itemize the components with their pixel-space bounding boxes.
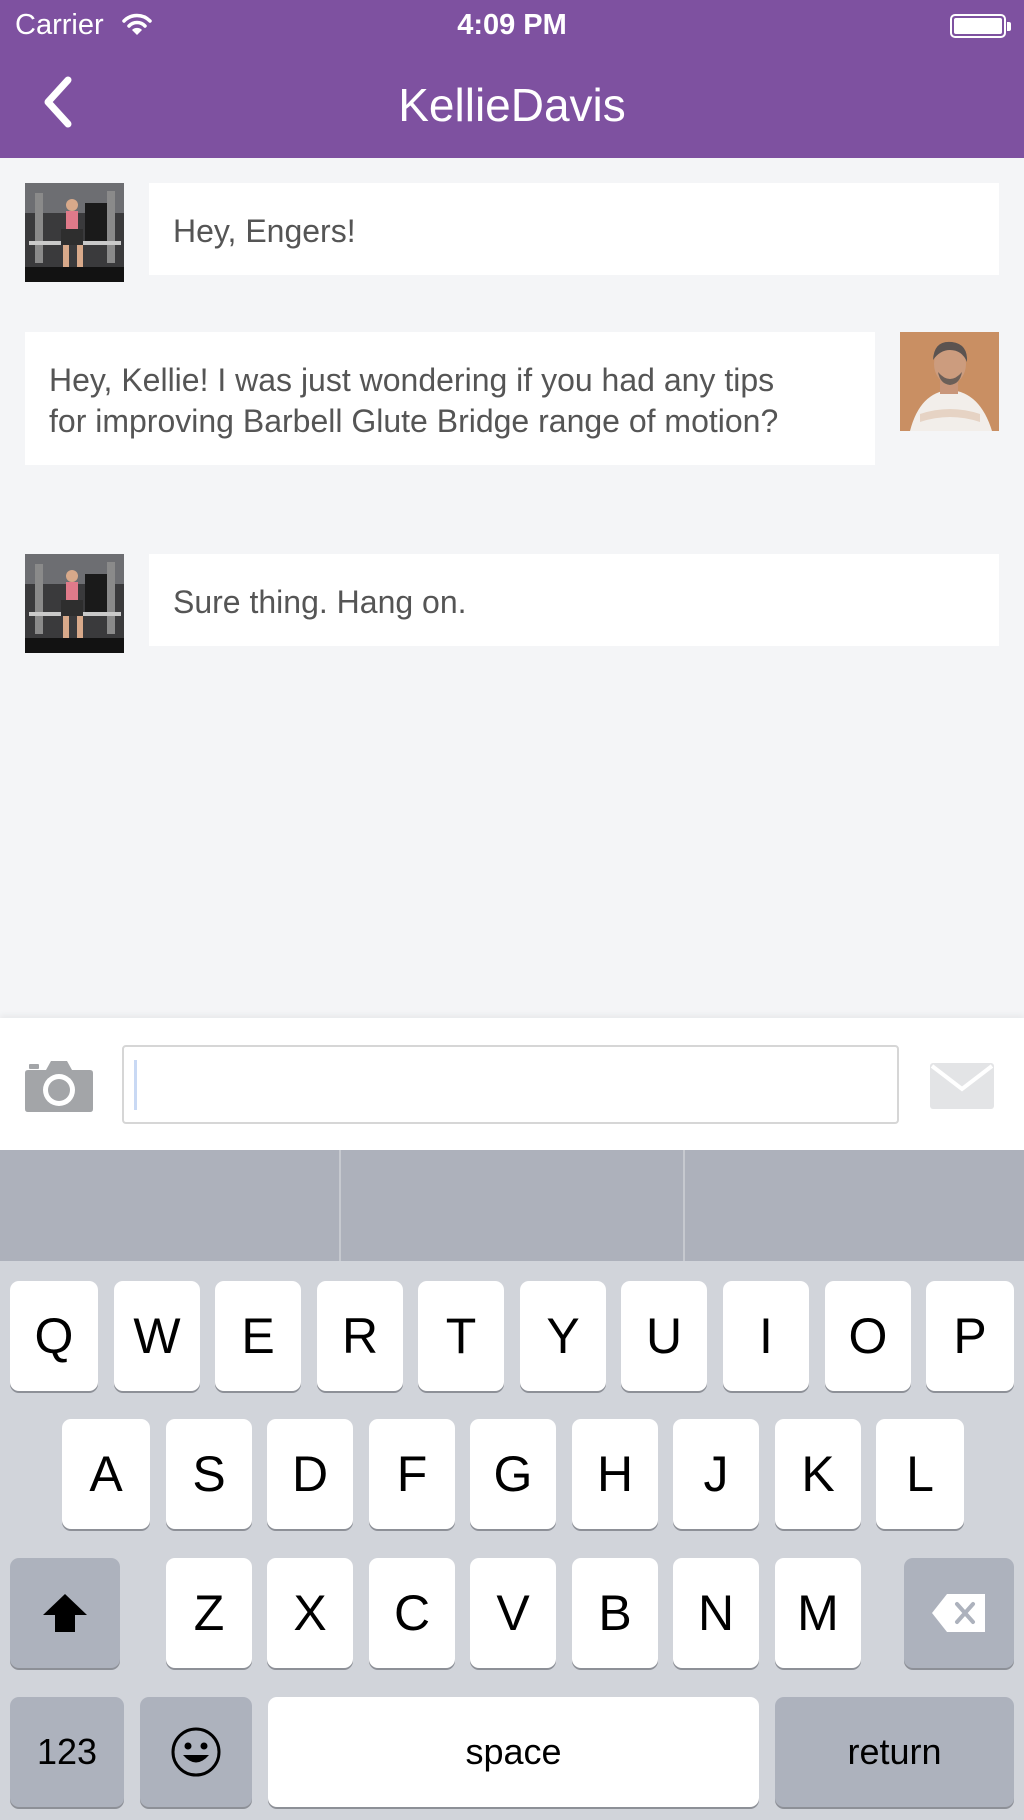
key-g[interactable]: G [470, 1419, 556, 1529]
key-f[interactable]: F [369, 1419, 455, 1529]
numbers-key[interactable]: 123 [10, 1697, 124, 1807]
status-bar: Carrier 4:09 PM [0, 0, 1024, 52]
key-j[interactable]: J [673, 1419, 759, 1529]
key-w[interactable]: W [114, 1281, 200, 1391]
key-v[interactable]: V [470, 1558, 556, 1668]
key-m[interactable]: M [775, 1558, 861, 1668]
message-bubble: Hey, Kellie! I was just wondering if you… [25, 332, 875, 465]
contact-avatar[interactable] [25, 183, 124, 282]
return-key[interactable]: return [775, 1697, 1014, 1807]
user-avatar[interactable] [900, 332, 999, 431]
key-i[interactable]: I [723, 1281, 809, 1391]
backspace-key[interactable] [904, 1558, 1014, 1668]
key-k[interactable]: K [775, 1419, 861, 1529]
message-text: Hey, Kellie! I was just wondering if you… [49, 362, 775, 398]
shift-key[interactable] [10, 1558, 120, 1668]
keyboard: Q W E R T Y U I O P A S D F G H J K L Z … [0, 1150, 1024, 1820]
key-q[interactable]: Q [10, 1281, 98, 1391]
send-button[interactable] [930, 1063, 994, 1109]
contact-avatar[interactable] [25, 554, 124, 653]
message-bubble: Hey, Engers! [149, 183, 999, 275]
key-t[interactable]: T [418, 1281, 504, 1391]
message-text: Sure thing. Hang on. [173, 584, 467, 620]
message-text: Hey, Engers! [173, 213, 356, 249]
suggestion-bar [0, 1150, 1024, 1261]
camera-button[interactable] [24, 1058, 94, 1112]
status-time: 4:09 PM [457, 9, 567, 41]
key-r[interactable]: R [317, 1281, 403, 1391]
page-title: KellieDavis [398, 79, 626, 131]
envelope-icon [930, 1063, 994, 1109]
key-a[interactable]: A [62, 1419, 150, 1529]
key-p[interactable]: P [926, 1281, 1014, 1391]
message-input[interactable] [122, 1045, 899, 1124]
key-z[interactable]: Z [166, 1558, 252, 1668]
key-c[interactable]: C [369, 1558, 455, 1668]
key-y[interactable]: Y [520, 1281, 606, 1391]
nav-bar: KellieDavis [0, 52, 1024, 158]
shift-icon [43, 1594, 87, 1632]
emoji-key[interactable] [140, 1697, 252, 1807]
key-x[interactable]: X [267, 1558, 353, 1668]
camera-icon [25, 1061, 93, 1112]
space-key[interactable]: space [268, 1697, 759, 1807]
message-bubble: Sure thing. Hang on. [149, 554, 999, 646]
emoji-icon [171, 1727, 221, 1777]
key-b[interactable]: B [572, 1558, 658, 1668]
header: Carrier 4:09 PM KellieDavis [0, 0, 1024, 158]
key-n[interactable]: N [673, 1558, 759, 1668]
key-d[interactable]: D [267, 1419, 353, 1529]
backspace-icon [932, 1594, 985, 1632]
text-caret [134, 1060, 137, 1110]
key-s[interactable]: S [166, 1419, 252, 1529]
key-l[interactable]: L [876, 1419, 964, 1529]
key-o[interactable]: O [825, 1281, 911, 1391]
key-e[interactable]: E [215, 1281, 301, 1391]
battery-icon [950, 14, 1011, 38]
message-text: for improving Barbell Glute Bridge range… [49, 403, 779, 439]
key-h[interactable]: H [572, 1419, 658, 1529]
message-composer [0, 1018, 1024, 1150]
key-u[interactable]: U [621, 1281, 707, 1391]
